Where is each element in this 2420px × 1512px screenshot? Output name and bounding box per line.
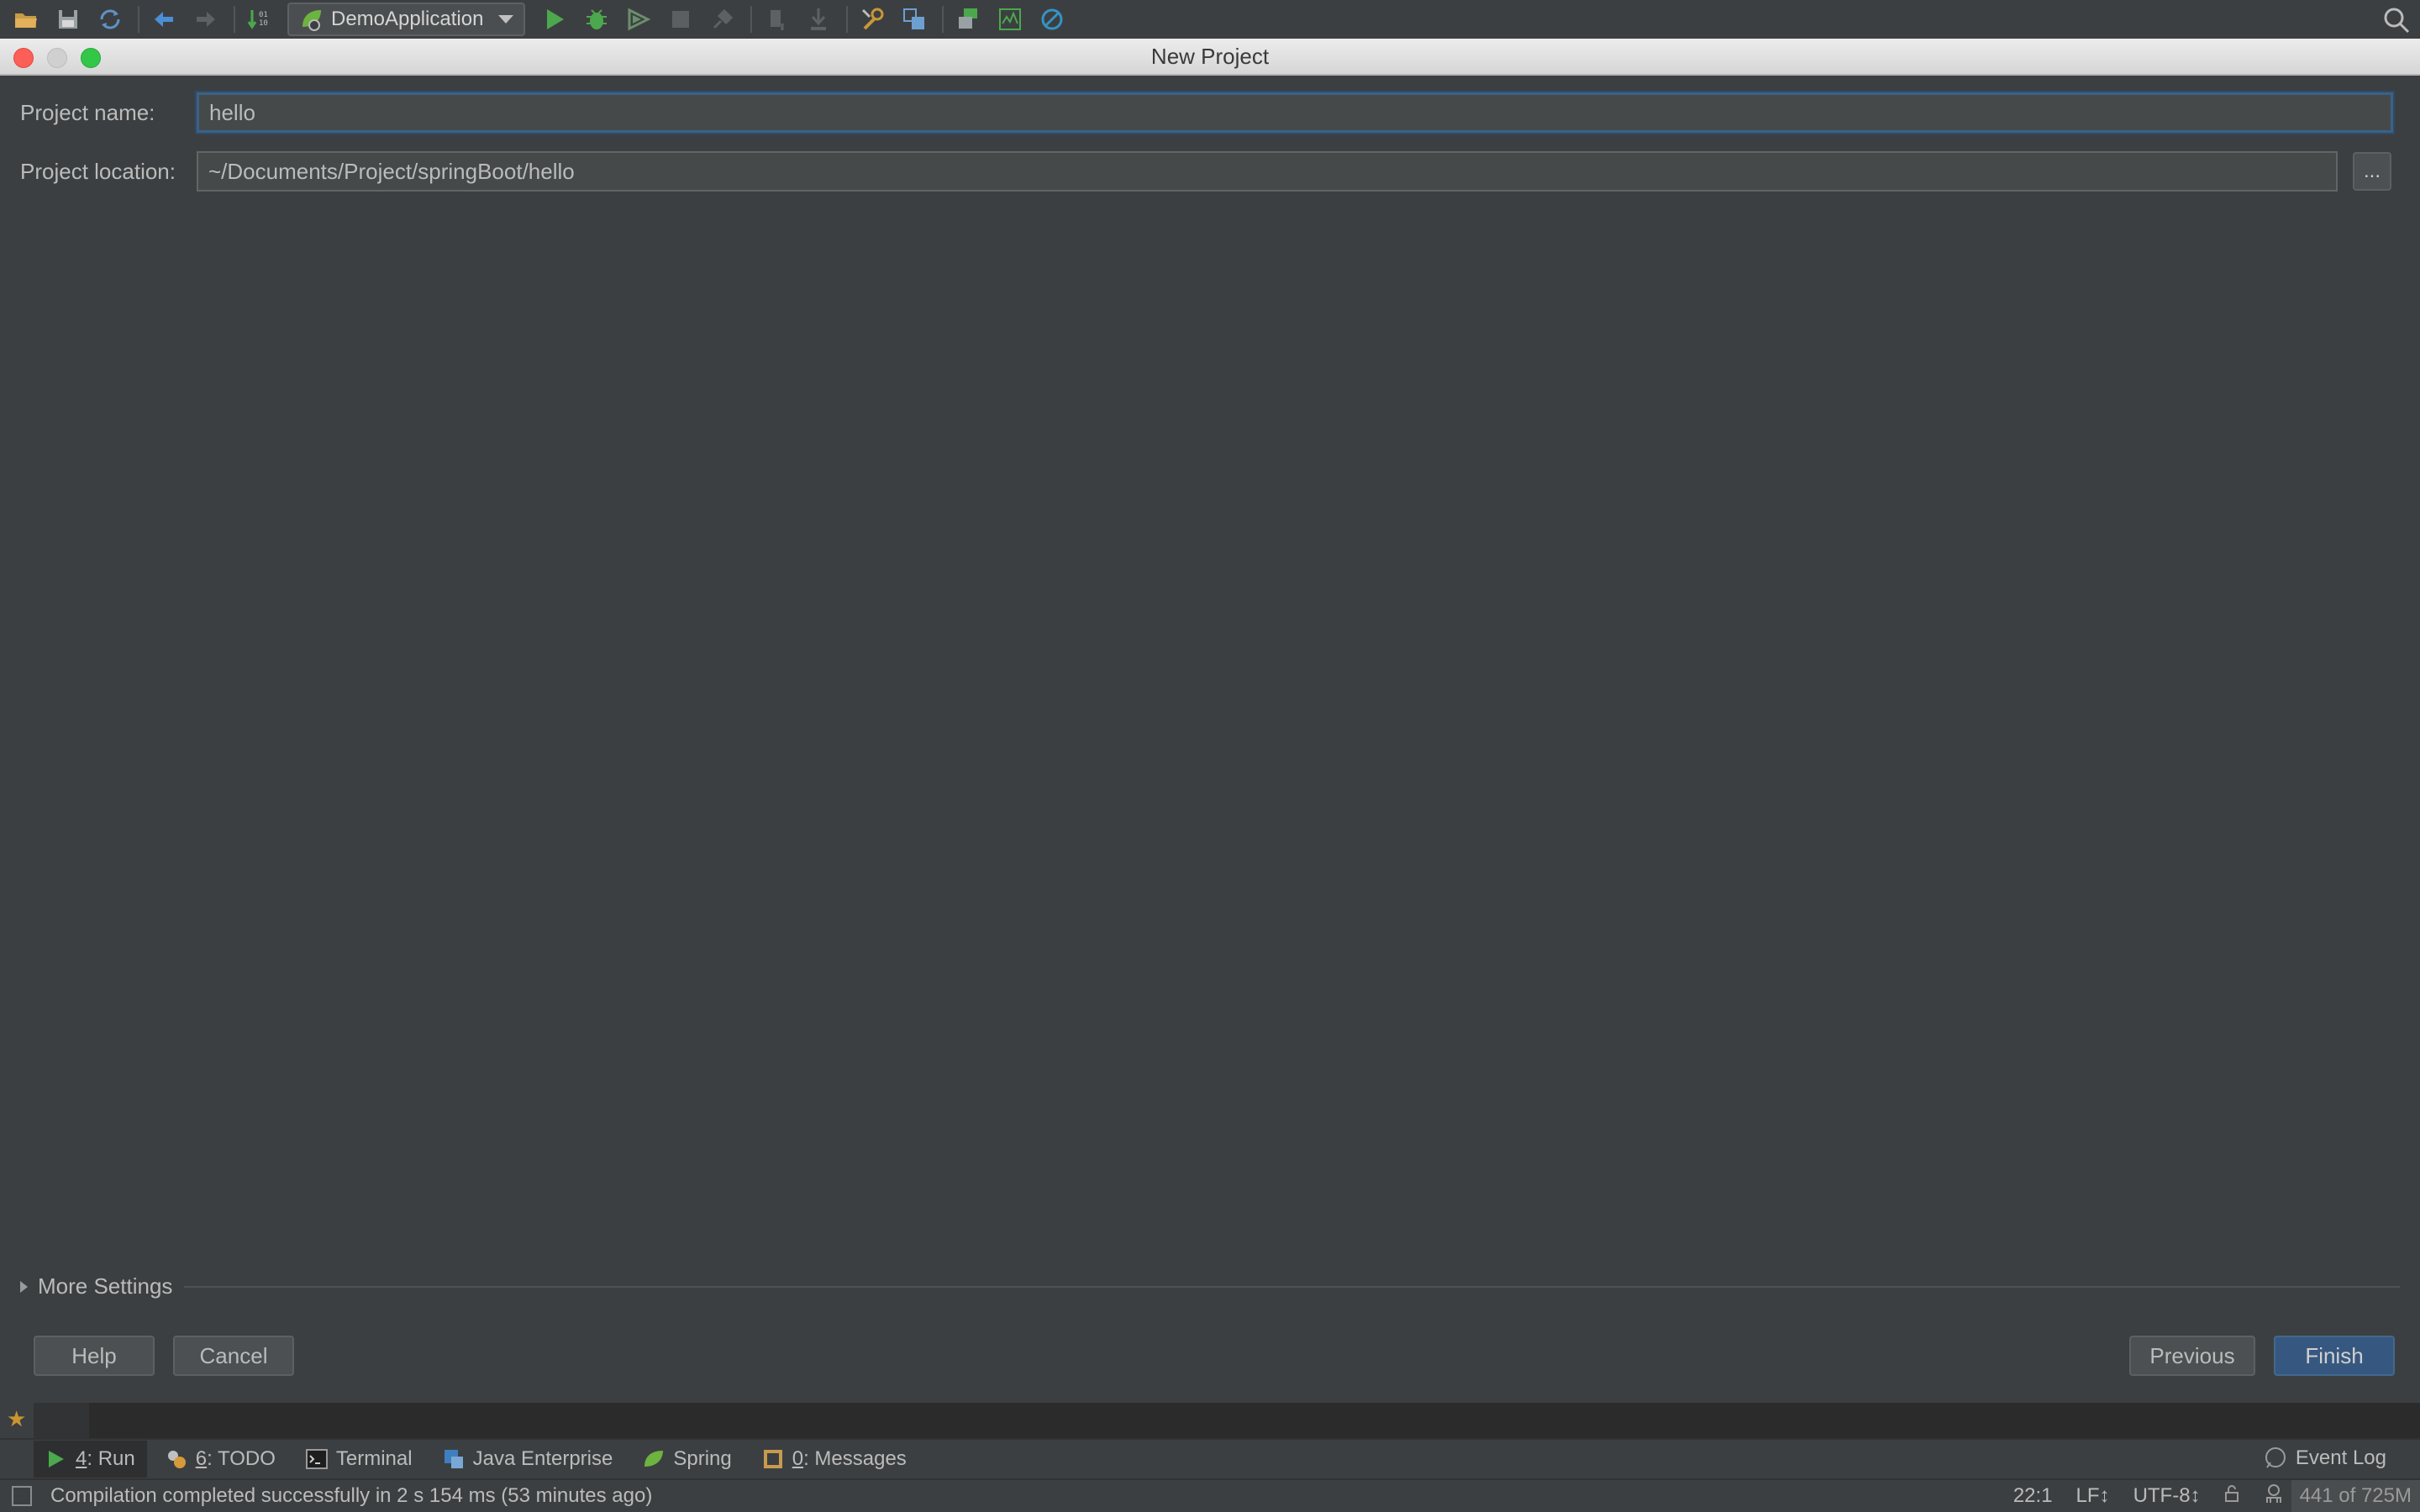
- tool-window-run[interactable]: 4: Run: [34, 1441, 147, 1478]
- browse-location-button[interactable]: ...: [2353, 152, 2391, 191]
- expand-triangle-icon: [20, 1280, 28, 1293]
- toolbar-separator: [846, 6, 849, 33]
- status-bar: Compilation completed successfully in 2 …: [0, 1478, 2420, 1512]
- status-message[interactable]: Compilation completed successfully in 2 …: [50, 1484, 652, 1508]
- project-name-row: Project name:: [20, 92, 2393, 133]
- toolbar-separator: [234, 6, 235, 33]
- more-settings-label: More Settings: [38, 1273, 173, 1299]
- search-everywhere-icon[interactable]: [2381, 5, 2412, 35]
- ide-toolbar: 01 10 DemoApplication: [0, 0, 2420, 39]
- sdk-manager-icon[interactable]: [954, 5, 982, 34]
- new-project-dialog: New Project Project name: Project locati…: [0, 39, 2420, 1403]
- svg-text:01: 01: [259, 11, 268, 19]
- terminal-icon: [305, 1448, 328, 1470]
- back-arrow-icon[interactable]: [150, 5, 178, 34]
- java-enterprise-icon: [443, 1448, 465, 1470]
- project-name-label: Project name:: [20, 99, 155, 125]
- tool-window-spring-label: Spring: [673, 1447, 732, 1470]
- save-all-icon[interactable]: [54, 5, 82, 34]
- profiler-icon[interactable]: [996, 5, 1024, 34]
- status-widgets: 22:1 LF↕ UTF-8↕ 441 of 725M: [2013, 1480, 2420, 1512]
- previous-button[interactable]: Previous: [2129, 1336, 2255, 1376]
- tool-window-run-key: 4: [76, 1447, 87, 1470]
- run-configuration-label: DemoApplication: [331, 8, 484, 30]
- tool-window-terminal[interactable]: Terminal: [294, 1441, 424, 1478]
- commit-icon[interactable]: [762, 5, 791, 34]
- stop-icon[interactable]: [666, 5, 695, 34]
- coverage-icon[interactable]: [624, 5, 653, 34]
- memory-indicator[interactable]: 441 of 725M: [2291, 1480, 2420, 1512]
- window-controls: [13, 48, 114, 68]
- run-panel-area: [34, 1403, 2420, 1438]
- more-settings-toggle[interactable]: More Settings: [20, 1273, 2400, 1299]
- debug-icon[interactable]: [582, 5, 611, 34]
- project-location-row: Project location: ...: [20, 151, 2391, 192]
- tool-window-messages-label: : Messages: [803, 1447, 907, 1470]
- project-structure-icon[interactable]: [900, 5, 929, 34]
- sync-icon[interactable]: [96, 5, 124, 34]
- close-window-button[interactable]: [13, 48, 34, 68]
- tool-window-messages[interactable]: 0: Messages: [750, 1441, 918, 1478]
- svg-text:10: 10: [259, 19, 268, 28]
- spring-leaf-icon: [643, 1448, 665, 1470]
- run-panel-tab[interactable]: [34, 1403, 89, 1438]
- tool-window-terminal-label: Terminal: [335, 1447, 413, 1470]
- tool-window-bar: 4: Run 6: TODO Terminal Java Enterprise …: [0, 1438, 2420, 1478]
- minimize-window-button[interactable]: [47, 48, 67, 68]
- run-configuration-selector[interactable]: DemoApplication: [287, 3, 526, 36]
- toolbar-separator: [750, 6, 753, 33]
- divider: [184, 1285, 2400, 1288]
- maximize-window-button[interactable]: [81, 48, 101, 68]
- forward-arrow-icon[interactable]: [192, 5, 220, 34]
- chevron-down-icon: [498, 15, 514, 24]
- tool-window-messages-key: 0: [792, 1447, 804, 1470]
- event-log-label: Event Log: [2295, 1446, 2386, 1469]
- todo-icon: [166, 1448, 187, 1470]
- project-location-label: Project location:: [20, 158, 176, 184]
- build-icon[interactable]: 01 10: [245, 5, 274, 34]
- toggle-tool-windows-icon[interactable]: [12, 1486, 32, 1506]
- dialog-titlebar: New Project: [0, 39, 2420, 76]
- editor-tab-strip: ★: [0, 1403, 2420, 1438]
- toolbar-separator: [138, 6, 139, 33]
- tool-window-todo-key: 6: [195, 1447, 208, 1470]
- messages-icon: [762, 1448, 784, 1470]
- tool-window-todo-label: : TODO: [207, 1447, 276, 1470]
- run-icon: [45, 1448, 67, 1470]
- favorites-star-icon[interactable]: ★: [7, 1406, 26, 1432]
- cancel-button[interactable]: Cancel: [173, 1336, 294, 1376]
- inspector-icon[interactable]: [2263, 1483, 2285, 1510]
- help-button[interactable]: Help: [34, 1336, 155, 1376]
- tool-window-spring[interactable]: Spring: [631, 1441, 743, 1478]
- tool-window-java-enterprise-label: Java Enterprise: [472, 1447, 613, 1470]
- lock-icon[interactable]: [2224, 1484, 2239, 1508]
- disable-icon[interactable]: [1038, 5, 1066, 34]
- attach-debugger-icon[interactable]: [708, 5, 737, 34]
- caret-position[interactable]: 22:1: [2013, 1484, 2053, 1508]
- tool-window-todo[interactable]: 6: TODO: [154, 1441, 287, 1478]
- toolbar-separator: [942, 6, 944, 33]
- tool-window-run-label: : Run: [87, 1447, 135, 1470]
- project-name-input[interactable]: [197, 92, 2393, 133]
- finish-button[interactable]: Finish: [2274, 1336, 2395, 1376]
- run-icon[interactable]: [540, 5, 569, 34]
- event-log-bubble-icon: [2262, 1446, 2287, 1471]
- project-location-input[interactable]: [197, 151, 2338, 192]
- dialog-title: New Project: [1150, 43, 1270, 69]
- update-icon[interactable]: [804, 5, 833, 34]
- line-separator-selector[interactable]: LF↕: [2076, 1484, 2110, 1508]
- spring-leaf-icon: [302, 10, 321, 31]
- open-folder-icon[interactable]: [12, 5, 40, 34]
- tool-window-event-log[interactable]: Event Log: [2262, 1440, 2386, 1477]
- tool-window-java-enterprise[interactable]: Java Enterprise: [431, 1441, 625, 1478]
- encoding-selector[interactable]: UTF-8↕: [2133, 1484, 2201, 1508]
- settings-wrench-icon[interactable]: [858, 5, 886, 34]
